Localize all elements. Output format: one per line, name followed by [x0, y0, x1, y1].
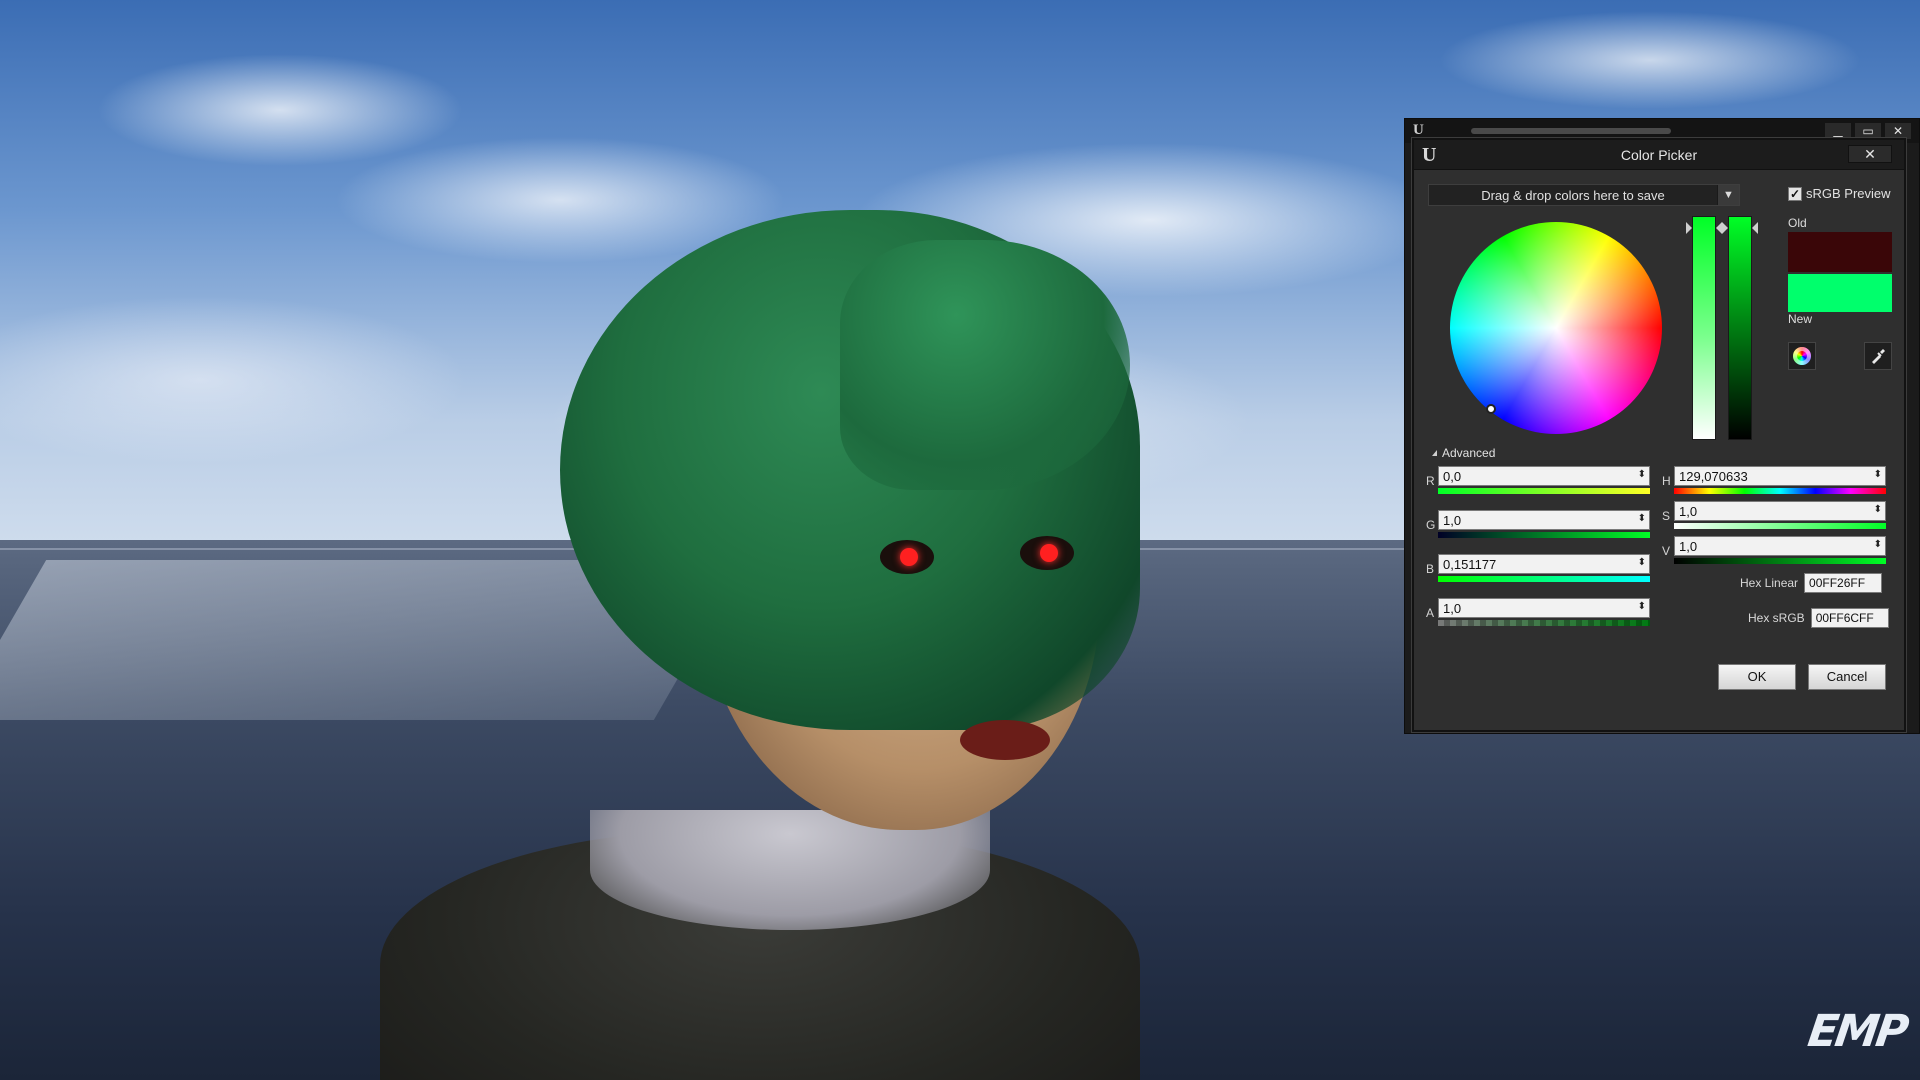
srgb-preview-label: sRGB Preview	[1806, 186, 1891, 201]
spin-arrows-icon[interactable]: ⬍	[1638, 557, 1646, 568]
unreal-logo-icon: U	[1422, 144, 1437, 166]
close-icon[interactable]: ✕	[1885, 123, 1911, 139]
saved-colors-label: Drag & drop colors here to save	[1481, 187, 1665, 203]
srgb-preview-checkbox[interactable]: ✓	[1788, 186, 1802, 201]
h-gradient-bar	[1674, 488, 1886, 494]
cancel-button[interactable]: Cancel	[1808, 664, 1886, 690]
g-field-row: G 1,0 ⬍	[1426, 510, 1650, 538]
a-gradient-bar	[1438, 620, 1650, 626]
b-input[interactable]: 0,151177	[1438, 554, 1650, 574]
spin-arrows-icon[interactable]: ⬍	[1874, 504, 1882, 515]
hex-srgb-row: Hex sRGB 00FF6CFF	[1748, 608, 1889, 628]
v-gradient-bar	[1674, 558, 1886, 564]
color-wheel-icon	[1793, 347, 1811, 365]
minimize-icon[interactable]: ▁	[1825, 123, 1851, 139]
r-label: R	[1426, 474, 1435, 488]
h-input[interactable]: 129,070633	[1674, 466, 1886, 486]
watermark-logo: EMP	[1804, 1006, 1910, 1057]
doll-eye-right	[1020, 536, 1074, 570]
saved-colors-dropzone[interactable]: Drag & drop colors here to save ▼	[1428, 184, 1740, 206]
advanced-section-toggle[interactable]: Advanced	[1432, 446, 1495, 460]
close-button[interactable]: ✕	[1848, 145, 1892, 163]
s-label: S	[1662, 509, 1671, 523]
eyedropper-button[interactable]	[1864, 342, 1892, 370]
hex-linear-label: Hex Linear	[1740, 576, 1799, 590]
hex-linear-input[interactable]: 00FF26FF	[1804, 573, 1883, 593]
spin-arrows-icon[interactable]: ⬍	[1874, 539, 1882, 550]
editor-tab[interactable]	[1471, 128, 1671, 134]
spin-arrows-icon[interactable]: ⬍	[1638, 469, 1646, 480]
chevron-down-icon[interactable]: ▼	[1717, 185, 1739, 205]
a-input[interactable]: 1,0	[1438, 598, 1650, 618]
color-picker-title: Color Picker	[1620, 146, 1698, 163]
ok-button[interactable]: OK	[1718, 664, 1796, 690]
v-label: V	[1662, 544, 1671, 558]
h-label: H	[1662, 474, 1671, 488]
color-wheel-marker[interactable]	[1486, 404, 1496, 414]
spin-arrows-icon[interactable]: ⬍	[1874, 469, 1882, 480]
old-color-swatch[interactable]	[1788, 232, 1892, 272]
eyedropper-icon	[1872, 349, 1885, 364]
srgb-preview-toggle[interactable]: ✓ sRGB Preview	[1788, 186, 1891, 201]
doll-eye-left	[880, 540, 934, 574]
advanced-label: Advanced	[1442, 446, 1496, 460]
v-field-row: V 1,0 ⬍	[1662, 536, 1886, 564]
maximize-icon[interactable]: ▭	[1855, 123, 1881, 139]
v-input[interactable]: 1,0	[1674, 536, 1886, 556]
spin-arrows-icon[interactable]: ⬍	[1638, 513, 1646, 524]
value-slider-handle-left[interactable]	[1722, 222, 1728, 234]
new-color-swatch	[1788, 274, 1892, 312]
color-theme-button[interactable]	[1788, 342, 1816, 370]
s-gradient-bar	[1674, 523, 1886, 529]
new-color-label: New	[1788, 312, 1813, 326]
hex-srgb-input[interactable]: 00FF6CFF	[1810, 608, 1889, 628]
triangle-down-icon	[1432, 450, 1437, 456]
r-gradient-bar	[1438, 488, 1650, 494]
hex-srgb-label: Hex sRGB	[1748, 611, 1805, 625]
doll-lips	[960, 720, 1050, 760]
a-label: A	[1426, 606, 1435, 620]
b-label: B	[1426, 562, 1435, 576]
hex-linear-row: Hex Linear 00FF26FF	[1740, 573, 1883, 593]
s-input[interactable]: 1,0	[1674, 501, 1886, 521]
color-picker-window: U Color Picker ✕ Drag & drop colors here…	[1412, 138, 1906, 732]
saturation-slider[interactable]	[1692, 216, 1716, 440]
r-field-row: R 0,0 ⬍	[1426, 466, 1650, 494]
doll-hair-fringe	[840, 240, 1130, 490]
value-slider-handle-right[interactable]	[1752, 222, 1758, 234]
value-slider[interactable]	[1728, 216, 1752, 440]
s-field-row: S 1,0 ⬍	[1662, 501, 1886, 529]
b-gradient-bar	[1438, 576, 1650, 582]
g-input[interactable]: 1,0	[1438, 510, 1650, 530]
b-field-row: B 0,151177 ⬍	[1426, 554, 1650, 582]
a-field-row: A 1,0 ⬍	[1426, 598, 1650, 626]
spin-arrows-icon[interactable]: ⬍	[1638, 601, 1646, 612]
g-label: G	[1426, 518, 1436, 532]
r-input[interactable]: 0,0	[1438, 466, 1650, 486]
color-picker-titlebar: U Color Picker ✕	[1414, 140, 1904, 170]
h-field-row: H 129,070633 ⬍	[1662, 466, 1886, 494]
old-color-label: Old	[1788, 216, 1807, 230]
g-gradient-bar	[1438, 532, 1650, 538]
saturation-slider-handle-left[interactable]	[1686, 222, 1692, 234]
color-wheel[interactable]	[1450, 222, 1662, 434]
